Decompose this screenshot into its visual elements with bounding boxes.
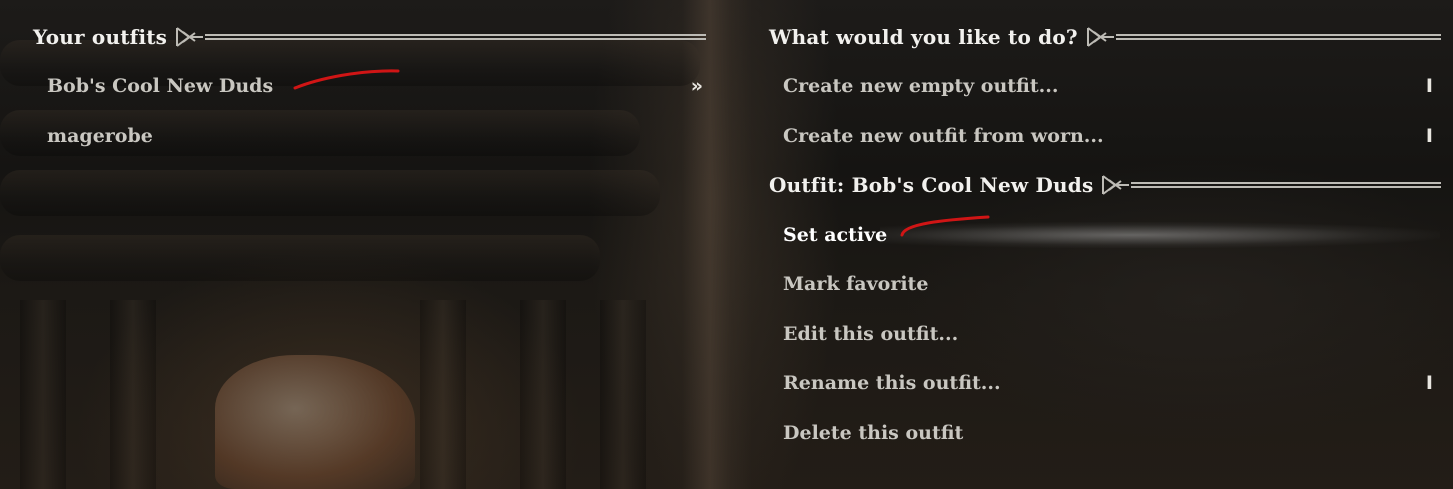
text-input-cursor-icon: I bbox=[1425, 75, 1433, 97]
delete-outfit-action[interactable]: Delete this outfit bbox=[783, 416, 1433, 450]
header-ornament-rule bbox=[1101, 174, 1441, 196]
create-empty-outfit-action[interactable]: Create new empty outfit... I bbox=[783, 69, 1433, 103]
action-label: Rename this outfit... bbox=[783, 372, 1001, 394]
action-label: Set active bbox=[783, 224, 888, 246]
rename-outfit-action[interactable]: Rename this outfit... I bbox=[783, 366, 1433, 400]
header-title: What would you like to do? bbox=[769, 25, 1078, 49]
header-title: Your outfits bbox=[33, 25, 168, 49]
set-active-action[interactable]: Set active bbox=[783, 218, 1433, 252]
text-input-cursor-icon: I bbox=[1425, 125, 1433, 147]
edit-outfit-action[interactable]: Edit this outfit... bbox=[783, 317, 1433, 351]
ornament-knot-icon bbox=[1086, 27, 1114, 47]
action-label: Edit this outfit... bbox=[783, 323, 959, 345]
action-label: Create new empty outfit... bbox=[783, 75, 1059, 97]
action-label: Delete this outfit bbox=[783, 422, 964, 444]
actions-header: What would you like to do? bbox=[769, 22, 1441, 52]
outfit-name: Bob's Cool New Duds bbox=[47, 75, 274, 97]
action-label: Mark favorite bbox=[783, 273, 929, 295]
outfit-list-item[interactable]: Bob's Cool New Duds » bbox=[47, 69, 703, 103]
header-title: Outfit: Bob's Cool New Duds bbox=[769, 173, 1094, 197]
outfit-name: magerobe bbox=[47, 125, 153, 147]
mark-favorite-action[interactable]: Mark favorite bbox=[783, 267, 1433, 301]
create-outfit-from-worn-action[interactable]: Create new outfit from worn... I bbox=[783, 119, 1433, 153]
ornament-knot-icon bbox=[1102, 175, 1130, 195]
double-chevron-right-icon: » bbox=[690, 75, 703, 97]
ornament-knot-icon bbox=[176, 27, 204, 47]
text-input-cursor-icon: I bbox=[1425, 372, 1433, 394]
outfit-list-item[interactable]: magerobe bbox=[47, 119, 703, 153]
header-ornament-rule bbox=[1086, 26, 1441, 48]
your-outfits-header: Your outfits bbox=[33, 22, 706, 52]
outfit-section-header: Outfit: Bob's Cool New Duds bbox=[769, 170, 1441, 200]
action-label: Create new outfit from worn... bbox=[783, 125, 1104, 147]
header-ornament-rule bbox=[175, 26, 706, 48]
